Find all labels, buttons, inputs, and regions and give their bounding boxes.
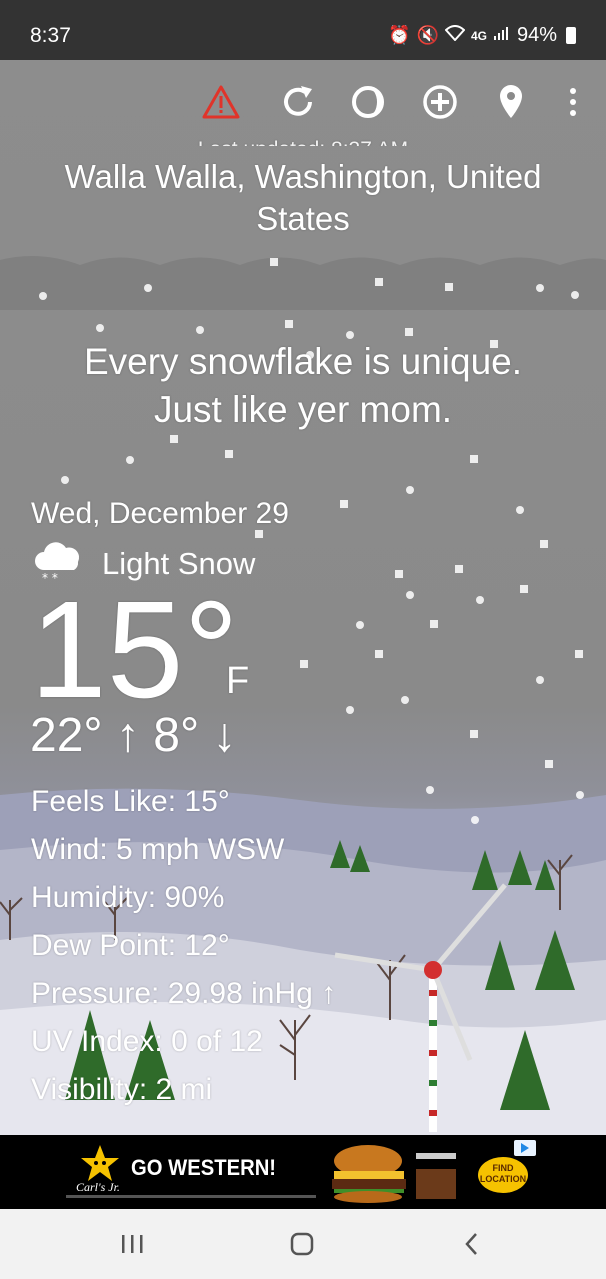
humidity-detail: Humidity: 90%	[31, 881, 225, 914]
home-icon[interactable]	[282, 1229, 322, 1259]
battery-icon	[566, 27, 576, 44]
location-title[interactable]: Walla Walla, Washington, United States	[40, 156, 566, 240]
feels-like-detail: Feels Like: 15°	[31, 785, 230, 818]
burger-image	[332, 1145, 456, 1203]
visibility-detail: Visibility: 2 mi	[31, 1073, 213, 1106]
ad-fine-print	[66, 1195, 316, 1198]
pressure-detail: Pressure: 29.98 inHg ↑	[31, 977, 337, 1010]
ad-headline: GO WESTERN!	[131, 1155, 277, 1180]
dew-point-detail: Dew Point: 12°	[31, 929, 230, 962]
forecast-date: Wed, December 29	[31, 497, 289, 530]
ad-brand: Carl's Jr.	[76, 1180, 120, 1194]
recent-apps-icon[interactable]	[112, 1229, 152, 1259]
status-time: 8:37	[30, 24, 71, 47]
moon-phase-icon[interactable]	[346, 80, 390, 124]
add-location-icon[interactable]	[418, 80, 462, 124]
alarm-icon: ⏰	[388, 25, 411, 45]
back-icon[interactable]	[452, 1229, 492, 1259]
status-icons: ⏰ 🔇 4G 94%	[388, 24, 576, 47]
current-temperature: 15°	[30, 573, 239, 727]
quip-line-2: Just like yer mom.	[153, 389, 453, 430]
ad-choices-icon[interactable]	[514, 1140, 536, 1156]
quip-line-1: Every snowflake is unique.	[83, 341, 523, 382]
last-updated-label: Last updated: 8:37 AM	[0, 128, 606, 146]
wifi-icon	[444, 25, 466, 46]
system-nav-bar	[0, 1209, 606, 1279]
refresh-icon[interactable]	[276, 80, 320, 124]
high-low-temperature: 22° ↑ 8° ↓	[30, 709, 237, 762]
mute-icon: 🔇	[416, 25, 439, 45]
uv-index-detail: UV Index: 0 of 12	[31, 1025, 263, 1058]
weather-quip: Every snowflake is unique. Just like yer…	[20, 338, 586, 434]
wind-detail: Wind: 5 mph WSW	[31, 833, 285, 866]
temperature-unit: F	[226, 660, 250, 702]
more-options-icon[interactable]	[551, 80, 595, 124]
battery-percent: 94%	[516, 24, 557, 46]
carls-jr-star-logo-icon	[81, 1145, 119, 1181]
network-type: 4G	[470, 28, 487, 43]
ad-banner[interactable]: Carl's Jr. GO WESTERN! FIND LOCATION	[0, 1135, 606, 1209]
ad-cta-button[interactable]: FIND LOCATION	[478, 1157, 528, 1193]
location-pin-icon[interactable]	[489, 80, 533, 124]
signal-icon	[493, 25, 511, 46]
status-bar: 8:37 ⏰ 🔇 4G 94%	[0, 0, 606, 60]
alert-icon[interactable]	[199, 80, 243, 124]
